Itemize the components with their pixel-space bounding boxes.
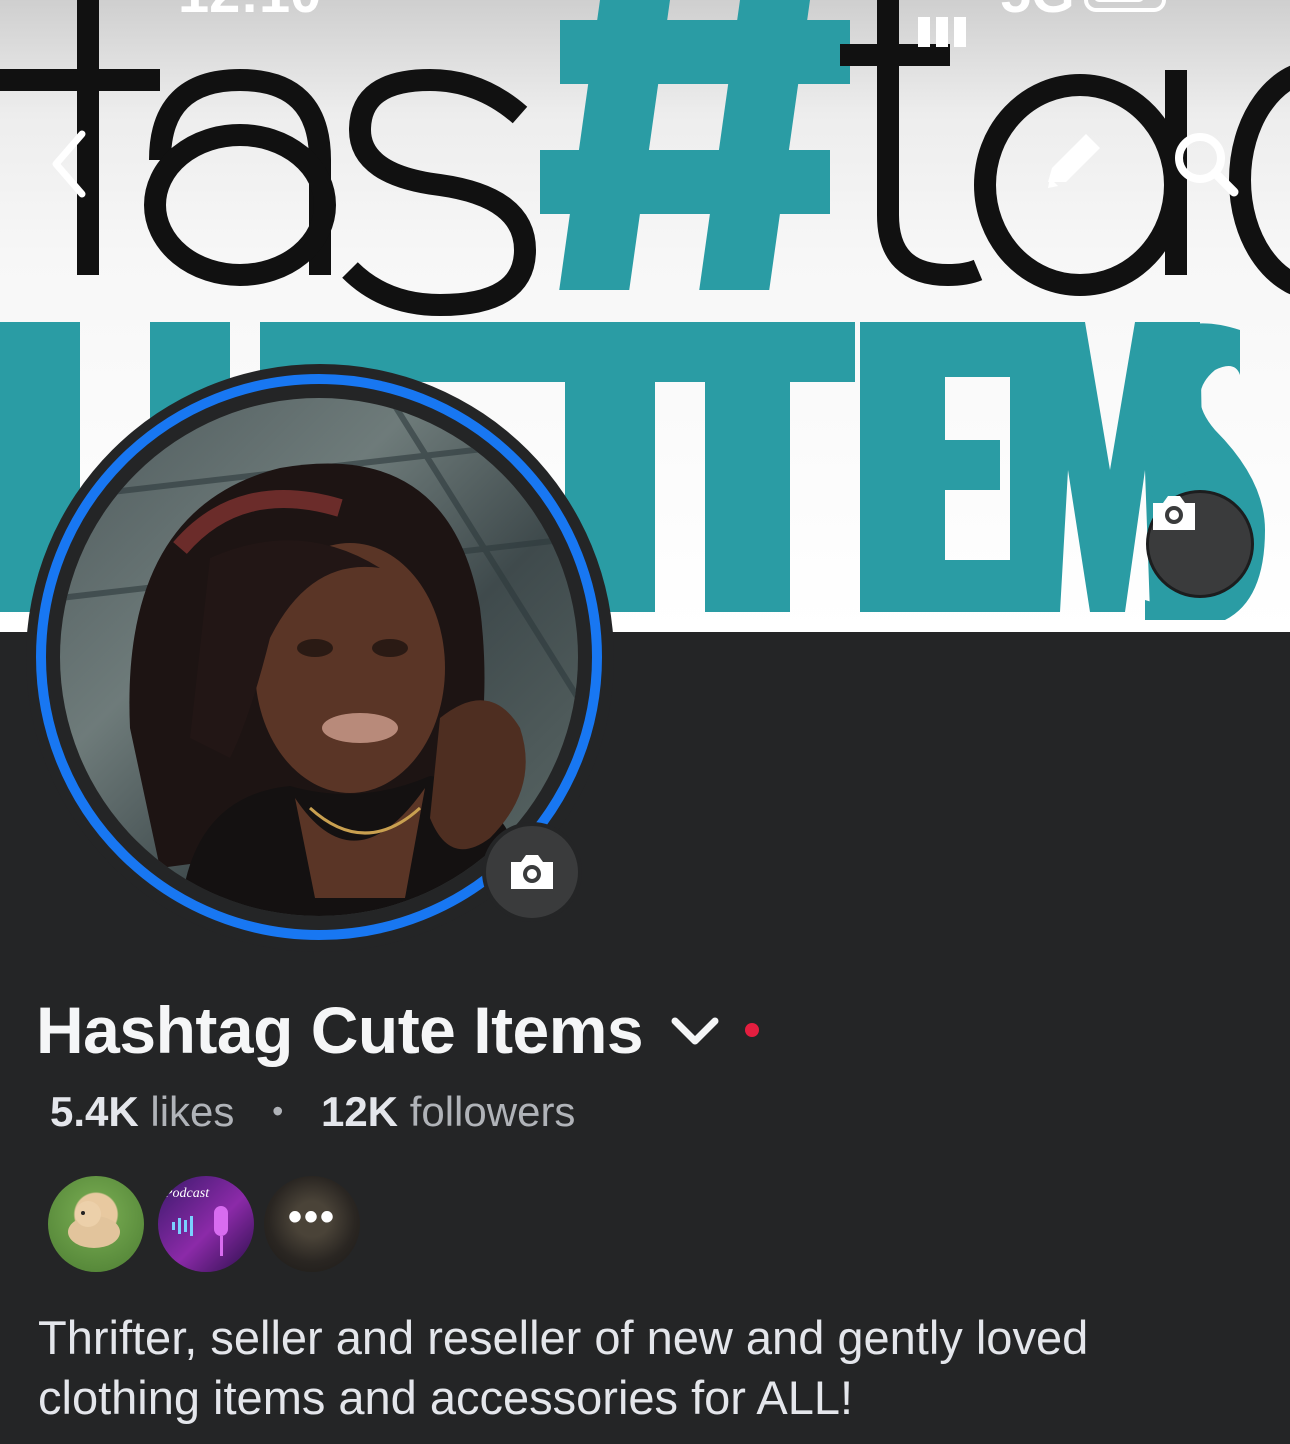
more-followers-button[interactable]: ••• bbox=[264, 1176, 360, 1272]
edit-button[interactable] bbox=[1040, 126, 1110, 196]
page-name-row[interactable]: Hashtag Cute Items bbox=[36, 988, 760, 1072]
likes-label[interactable]: likes bbox=[150, 1088, 234, 1135]
podcast-logo-icon: Podcast bbox=[164, 1186, 210, 1201]
followers-label[interactable]: followers bbox=[410, 1088, 576, 1135]
followers-count[interactable]: 12K bbox=[321, 1088, 398, 1135]
page-bio: Thrifter, seller and reseller of new and… bbox=[38, 1311, 1089, 1424]
dog-avatar-image bbox=[68, 1201, 120, 1248]
stats-separator: • bbox=[272, 1093, 284, 1129]
edit-profile-picture-button[interactable] bbox=[482, 822, 582, 922]
back-button[interactable] bbox=[40, 124, 110, 204]
chevron-left-icon bbox=[52, 130, 86, 198]
camera-icon bbox=[1153, 496, 1195, 530]
follower-avatar[interactable] bbox=[48, 1176, 144, 1272]
page-title: Hashtag Cute Items bbox=[36, 993, 644, 1067]
notification-dot bbox=[745, 1023, 760, 1037]
chevron-down-icon[interactable] bbox=[669, 1013, 721, 1047]
signal-icon bbox=[918, 0, 988, 47]
camera-icon bbox=[511, 855, 553, 889]
page-stats: 5.4K likes • 12K followers bbox=[50, 1088, 575, 1136]
pencil-icon bbox=[1048, 134, 1100, 188]
status-time: 12:10 bbox=[178, 0, 321, 25]
search-icon bbox=[1175, 133, 1239, 197]
search-button[interactable] bbox=[1170, 128, 1242, 200]
likes-count[interactable]: 5.4K bbox=[50, 1088, 139, 1135]
follower-avatar[interactable]: Podcast bbox=[158, 1176, 254, 1272]
battery-icon bbox=[1084, 0, 1166, 12]
more-dots-icon: ••• bbox=[287, 1194, 336, 1239]
edit-cover-photo-button[interactable] bbox=[1146, 490, 1254, 598]
network-type: 5G bbox=[1000, 0, 1075, 25]
